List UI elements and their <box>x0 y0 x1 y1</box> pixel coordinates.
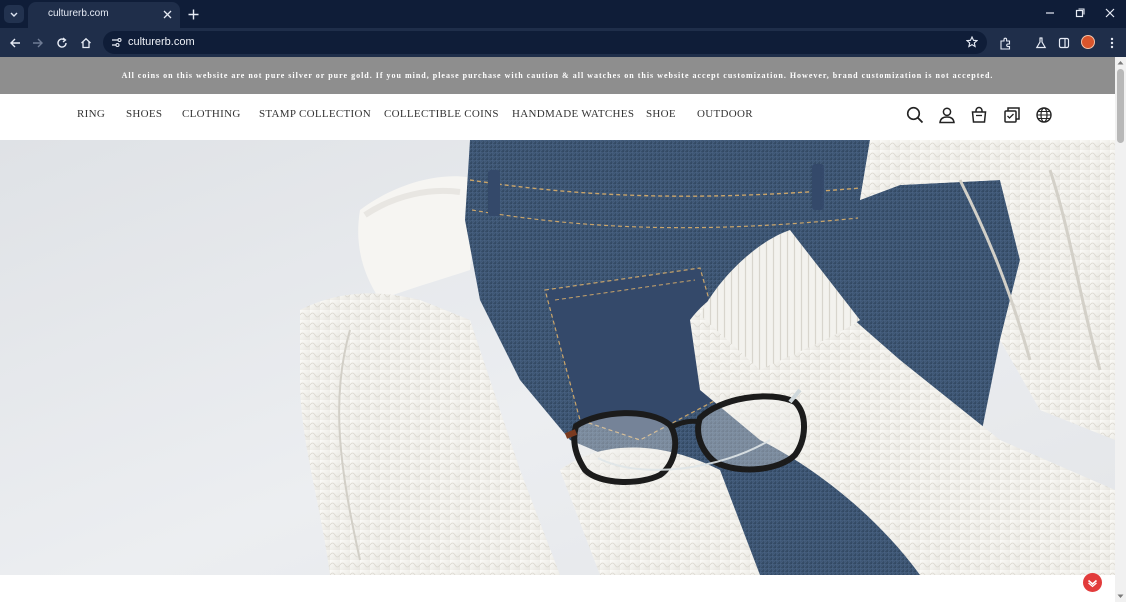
account-icon[interactable] <box>937 105 957 125</box>
tab-search-icon[interactable] <box>4 5 24 23</box>
kebab-menu-icon[interactable] <box>1101 32 1123 54</box>
search-icon[interactable] <box>905 105 925 125</box>
hero-banner[interactable] <box>0 140 1115 575</box>
browser-toolbar: culturerb.com <box>0 28 1126 77</box>
page-scrollbar[interactable] <box>1115 57 1126 602</box>
address-bar[interactable]: culturerb.com <box>103 31 987 54</box>
scroll-down-icon[interactable] <box>1117 593 1124 600</box>
nav-item-outdoor[interactable]: OUTDOOR <box>697 108 753 120</box>
back-icon[interactable] <box>4 32 26 54</box>
sidepanel-icon[interactable] <box>1053 32 1075 54</box>
lab-icon[interactable] <box>1030 32 1052 54</box>
tab-title: culturerb.com <box>48 8 109 19</box>
chat-widget-icon[interactable] <box>1083 573 1102 592</box>
nav-item-shoe[interactable]: SHOE <box>646 108 676 120</box>
star-icon[interactable] <box>963 33 981 51</box>
cart-icon[interactable] <box>969 105 989 125</box>
site-info-icon[interactable] <box>109 35 123 49</box>
announcement-bar: All coins on this website are not pure s… <box>0 57 1115 94</box>
scroll-up-icon[interactable] <box>1117 59 1124 66</box>
nav-item-collectible-coins[interactable]: COLLECTIBLE COINS <box>384 108 499 120</box>
nav-item-shoes[interactable]: SHOES <box>126 108 162 120</box>
home-icon[interactable] <box>75 32 97 54</box>
url-text: culturerb.com <box>128 36 195 48</box>
forward-icon[interactable] <box>27 32 49 54</box>
scrollbar-thumb[interactable] <box>1117 69 1124 143</box>
hero-image <box>0 140 1115 575</box>
page-below-hero <box>0 575 1115 602</box>
globe-icon[interactable] <box>1034 105 1054 125</box>
site-header: RING SHOES CLOTHING STAMP COLLECTION COL… <box>0 94 1115 140</box>
plus-icon[interactable] <box>184 5 202 23</box>
extensions-icon[interactable] <box>994 32 1016 54</box>
restore-icon[interactable] <box>1069 4 1091 22</box>
close-icon[interactable] <box>160 7 174 21</box>
page-viewport: All coins on this website are not pure s… <box>0 57 1115 602</box>
minimize-icon[interactable] <box>1039 4 1061 22</box>
nav-item-stamp-collection[interactable]: STAMP COLLECTION <box>259 108 371 120</box>
browser-tab-strip: culturerb.com <box>0 0 1126 28</box>
nav-item-clothing[interactable]: CLOTHING <box>182 108 241 120</box>
announcement-text: All coins on this website are not pure s… <box>121 71 994 80</box>
reload-icon[interactable] <box>51 32 73 54</box>
catalog-icon[interactable] <box>1002 105 1022 125</box>
profile-avatar[interactable] <box>1081 35 1095 49</box>
close-window-icon[interactable] <box>1099 4 1121 22</box>
browser-tab[interactable]: culturerb.com <box>28 2 180 28</box>
nav-item-handmade-watches[interactable]: HANDMADE WATCHES <box>512 108 634 120</box>
nav-item-ring[interactable]: RING <box>77 108 105 120</box>
